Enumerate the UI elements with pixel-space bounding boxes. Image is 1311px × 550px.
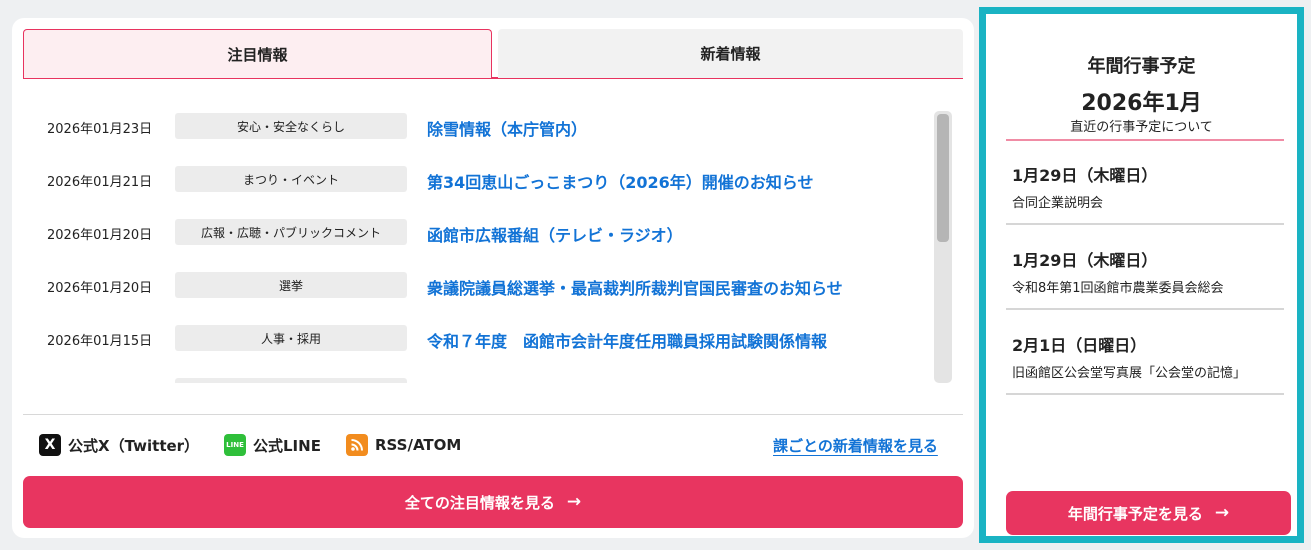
all-featured-button[interactable]: 全ての注目情報を見る → — [23, 476, 963, 528]
dept-news-link[interactable]: 課ごとの新着情報を見る — [773, 435, 938, 456]
arrow-right-icon: → — [1214, 503, 1230, 523]
news-category-badge: 広報・広聴・パブリックコメント — [175, 219, 407, 245]
event-item: 2月1日（日曜日） 旧函館区公会堂写真展「公会堂の記憶」 — [1006, 311, 1284, 395]
events-title: 年間行事予定 — [1087, 56, 1196, 77]
news-item: 2026年01月15日 人事・採用 令和７年度 函館市会計年度任用職員採用試験関… — [23, 325, 935, 351]
line-icon: LINE — [224, 434, 246, 456]
news-date: 2026年01月20日 — [47, 281, 153, 296]
news-title-link[interactable]: 衆議院議員総選挙・最高裁判所裁判官国民審査のお知らせ — [427, 275, 843, 299]
rss-label: RSS/ATOM — [375, 436, 462, 454]
featured-news-panel: 注目情報 新着情報 2026年01月23日 安心・安全なくらし 除雪情報（本庁管… — [12, 18, 974, 538]
news-date: 2026年01月23日 — [47, 122, 153, 137]
news-item: 2026年01月20日 広報・広聴・パブリックコメント 函館市広報番組（テレビ・… — [23, 219, 935, 245]
tab-featured[interactable]: 注目情報 — [23, 29, 492, 78]
events-subtitle: 直近の行事予定について — [1070, 120, 1213, 135]
news-item: 2026年01月21日 まつり・イベント 第34回恵山ごっこまつり（2026年）… — [23, 166, 935, 192]
divider — [23, 414, 963, 415]
annual-events-button-label: 年間行事予定を見る — [1067, 504, 1203, 523]
x-twitter-label: 公式X（Twitter） — [68, 436, 200, 455]
news-item-partial — [23, 378, 935, 383]
x-twitter-link[interactable]: X 公式X（Twitter） — [39, 432, 199, 458]
event-name: 合同企業説明会 — [1012, 196, 1104, 211]
rss-icon — [346, 434, 368, 456]
news-title-link[interactable]: 令和７年度 函館市会計年度任用職員採用試験関係情報 — [427, 328, 827, 352]
event-date: 1月29日（木曜日） — [1012, 251, 1158, 270]
line-link[interactable]: LINE 公式LINE — [224, 432, 321, 458]
annual-events-card: 年間行事予定 2026年1月 直近の行事予定について 1月29日（木曜日） 合同… — [986, 14, 1297, 536]
news-tabs: 注目情報 新着情報 — [23, 29, 963, 79]
news-category-badge: 安心・安全なくらし — [175, 113, 407, 139]
event-name: 旧函館区公会堂写真展「公会堂の記憶」 — [1012, 366, 1247, 381]
rss-link[interactable]: RSS/ATOM — [346, 432, 461, 458]
arrow-right-icon: → — [566, 492, 582, 512]
line-label: 公式LINE — [253, 436, 321, 455]
tab-latest[interactable]: 新着情報 — [498, 29, 963, 78]
news-list: 2026年01月23日 安心・安全なくらし 除雪情報（本庁管内） 2026年01… — [23, 108, 935, 383]
news-category-badge: 選挙 — [175, 272, 407, 298]
news-category-badge — [175, 378, 407, 383]
news-category-badge: まつり・イベント — [175, 166, 407, 192]
news-item: 2026年01月20日 選挙 衆議院議員総選挙・最高裁判所裁判官国民審査のお知ら… — [23, 272, 935, 298]
news-title-link[interactable]: 第34回恵山ごっこまつり（2026年）開催のお知らせ — [427, 169, 813, 193]
event-item: 1月29日（木曜日） 令和8年第1回函館市農業委員会総会 — [1006, 226, 1284, 310]
annual-events-button[interactable]: 年間行事予定を見る → — [1006, 491, 1291, 535]
events-month: 2026年1月 — [1081, 91, 1202, 116]
all-featured-button-label: 全ての注目情報を見る — [404, 493, 555, 512]
news-title-link[interactable]: 函館市広報番組（テレビ・ラジオ） — [427, 222, 683, 246]
news-title-link[interactable]: 除雪情報（本庁管内） — [427, 116, 587, 140]
news-date: 2026年01月20日 — [47, 228, 153, 243]
news-date: 2026年01月21日 — [47, 175, 153, 190]
news-category-badge: 人事・採用 — [175, 325, 407, 351]
news-date: 2026年01月15日 — [47, 334, 153, 349]
event-date: 2月1日（日曜日） — [1012, 336, 1147, 355]
annual-events-panel: 年間行事予定 2026年1月 直近の行事予定について 1月29日（木曜日） 合同… — [979, 7, 1304, 543]
event-date: 1月29日（木曜日） — [1012, 166, 1158, 185]
event-item: 1月29日（木曜日） 合同企業説明会 — [1006, 141, 1284, 225]
news-item: 2026年01月23日 安心・安全なくらし 除雪情報（本庁管内） — [23, 113, 935, 139]
news-scrollbar[interactable] — [934, 111, 952, 383]
event-name: 令和8年第1回函館市農業委員会総会 — [1012, 281, 1224, 296]
scrollbar-thumb[interactable] — [937, 114, 949, 242]
x-icon: X — [39, 434, 61, 456]
